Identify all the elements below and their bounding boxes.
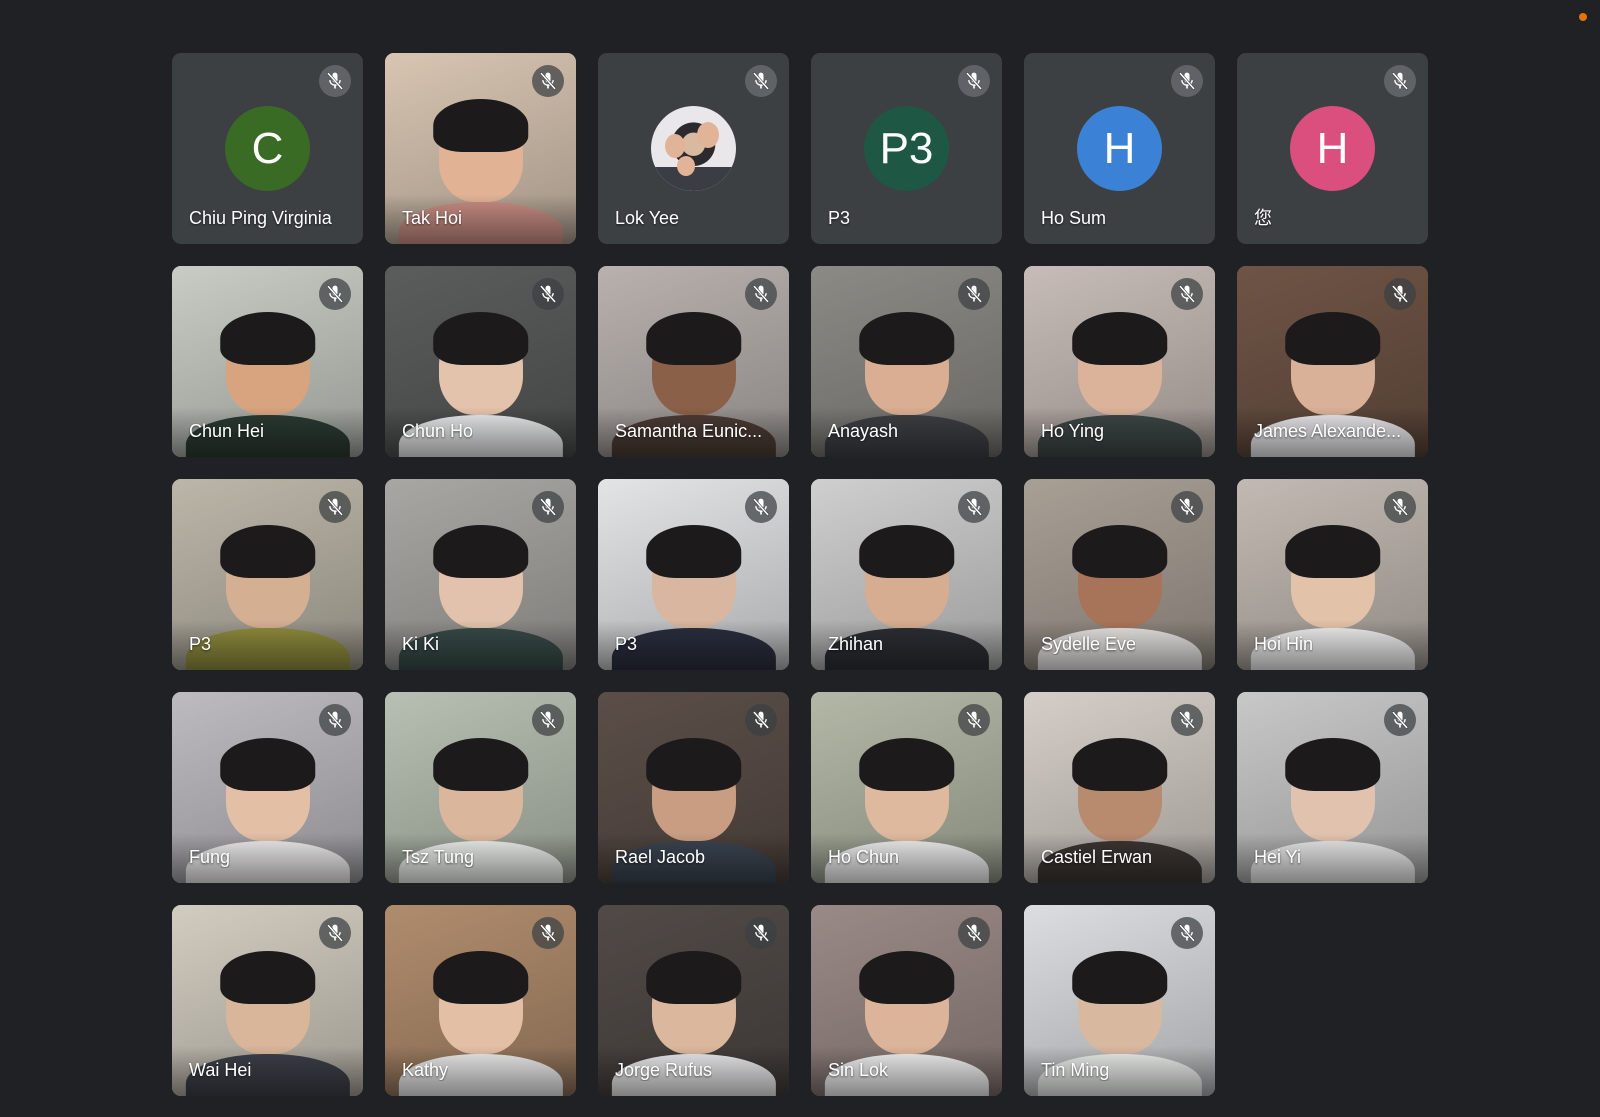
participant-name: Hoi Hin bbox=[1254, 634, 1314, 654]
mic-off-icon bbox=[319, 278, 351, 310]
avatar: P3 bbox=[864, 106, 949, 191]
mic-off-icon bbox=[958, 65, 990, 97]
participant-name: Sydelle Eve bbox=[1041, 634, 1137, 654]
participant-tile[interactable]: Wai Hei bbox=[172, 905, 363, 1096]
participant-name: P3 bbox=[615, 634, 638, 654]
mic-off-icon bbox=[1384, 65, 1416, 97]
mic-off-icon bbox=[532, 704, 564, 736]
mic-off-icon bbox=[745, 278, 777, 310]
participant-tile[interactable]: Chun Hei bbox=[172, 266, 363, 457]
mic-off-icon bbox=[745, 917, 777, 949]
mic-off-icon bbox=[745, 65, 777, 97]
participant-tile[interactable]: Ki Ki bbox=[385, 479, 576, 670]
participant-tile[interactable]: P3 bbox=[172, 479, 363, 670]
avatar: C bbox=[225, 106, 310, 191]
recording-dot-icon bbox=[1579, 13, 1587, 21]
participant-tile[interactable]: Ho Ying bbox=[1024, 266, 1215, 457]
participant-name: Hei Yi bbox=[1254, 847, 1302, 867]
participant-name: P3 bbox=[828, 208, 851, 228]
participant-name: Tin Ming bbox=[1041, 1060, 1110, 1080]
participant-name: Sin Lok bbox=[828, 1060, 889, 1080]
participant-tile[interactable]: Samantha Eunic... bbox=[598, 266, 789, 457]
mic-off-icon bbox=[958, 491, 990, 523]
participant-tile[interactable]: H Ho Sum bbox=[1024, 53, 1215, 244]
profile-photo bbox=[651, 106, 736, 191]
participant-tile[interactable]: Tin Ming bbox=[1024, 905, 1215, 1096]
mic-off-icon bbox=[319, 704, 351, 736]
participant-tile[interactable]: Fung bbox=[172, 692, 363, 883]
mic-off-icon bbox=[1384, 278, 1416, 310]
participant-name: Kathy bbox=[402, 1060, 449, 1080]
mic-off-icon bbox=[319, 917, 351, 949]
participant-tile[interactable]: Tsz Tung bbox=[385, 692, 576, 883]
participant-tile[interactable]: James Alexande... bbox=[1237, 266, 1428, 457]
participant-name: Ho Sum bbox=[1041, 208, 1107, 228]
mic-off-icon bbox=[532, 491, 564, 523]
mic-off-icon bbox=[1171, 491, 1203, 523]
participant-grid: C Chiu Ping Virginia Tak Hoi Lok Yee P3 P3 H Ho… bbox=[172, 53, 1428, 1096]
mic-off-icon bbox=[532, 65, 564, 97]
participant-name: Zhihan bbox=[828, 634, 884, 654]
participant-name: P3 bbox=[189, 634, 212, 654]
participant-tile[interactable]: Jorge Rufus bbox=[598, 905, 789, 1096]
participant-tile[interactable]: Castiel Erwan bbox=[1024, 692, 1215, 883]
participant-name: James Alexande... bbox=[1254, 421, 1402, 441]
participant-name: Lok Yee bbox=[615, 208, 680, 228]
mic-off-icon bbox=[1171, 917, 1203, 949]
mic-off-icon bbox=[745, 704, 777, 736]
participant-name: Chiu Ping Virginia bbox=[189, 208, 332, 228]
participant-tile[interactable]: P3 bbox=[598, 479, 789, 670]
participant-name: Jorge Rufus bbox=[615, 1060, 713, 1080]
participant-tile[interactable]: Tak Hoi bbox=[385, 53, 576, 244]
participant-tile[interactable]: Sydelle Eve bbox=[1024, 479, 1215, 670]
participant-tile[interactable]: Anayash bbox=[811, 266, 1002, 457]
participant-tile[interactable]: Rael Jacob bbox=[598, 692, 789, 883]
mic-off-icon bbox=[958, 704, 990, 736]
participant-name: Ho Ying bbox=[1041, 421, 1105, 441]
participant-name: Ki Ki bbox=[402, 634, 440, 654]
participant-tile[interactable]: Hei Yi bbox=[1237, 692, 1428, 883]
mic-off-icon bbox=[532, 278, 564, 310]
avatar: H bbox=[1290, 106, 1375, 191]
mic-off-icon bbox=[532, 917, 564, 949]
participant-tile[interactable]: H您 bbox=[1237, 53, 1428, 244]
participant-tile[interactable]: Hoi Hin bbox=[1237, 479, 1428, 670]
participant-tile[interactable]: Chun Ho bbox=[385, 266, 576, 457]
mic-off-icon bbox=[1171, 65, 1203, 97]
mic-off-icon bbox=[958, 917, 990, 949]
participant-name: Rael Jacob bbox=[615, 847, 706, 867]
participant-name: Tak Hoi bbox=[402, 208, 463, 228]
participant-tile[interactable]: Ho Chun bbox=[811, 692, 1002, 883]
participant-tile[interactable]: P3 P3 bbox=[811, 53, 1002, 244]
participant-tile[interactable]: C Chiu Ping Virginia bbox=[172, 53, 363, 244]
meeting-window: { "colors": { "background": "#202124", "… bbox=[0, 0, 1600, 1117]
participant-name: Chun Hei bbox=[189, 421, 265, 441]
participant-name: Castiel Erwan bbox=[1041, 847, 1153, 867]
participant-name: Fung bbox=[189, 847, 231, 867]
participant-name: Wai Hei bbox=[189, 1060, 252, 1080]
mic-off-icon bbox=[319, 65, 351, 97]
mic-off-icon bbox=[1171, 704, 1203, 736]
participant-name: 您 bbox=[1254, 208, 1272, 228]
mic-off-icon bbox=[1171, 278, 1203, 310]
mic-off-icon bbox=[1384, 704, 1416, 736]
participant-name: Samantha Eunic... bbox=[615, 421, 763, 441]
participant-name: Ho Chun bbox=[828, 847, 900, 867]
participant-tile[interactable]: Sin Lok bbox=[811, 905, 1002, 1096]
mic-off-icon bbox=[1384, 491, 1416, 523]
participant-tile[interactable]: Zhihan bbox=[811, 479, 1002, 670]
mic-off-icon bbox=[745, 491, 777, 523]
participant-tile[interactable]: Lok Yee bbox=[598, 53, 789, 244]
participant-name: Tsz Tung bbox=[402, 847, 475, 867]
participant-tile[interactable]: Kathy bbox=[385, 905, 576, 1096]
participant-name: Anayash bbox=[828, 421, 899, 441]
avatar: H bbox=[1077, 106, 1162, 191]
mic-off-icon bbox=[319, 491, 351, 523]
mic-off-icon bbox=[958, 278, 990, 310]
participant-name: Chun Ho bbox=[402, 421, 474, 441]
